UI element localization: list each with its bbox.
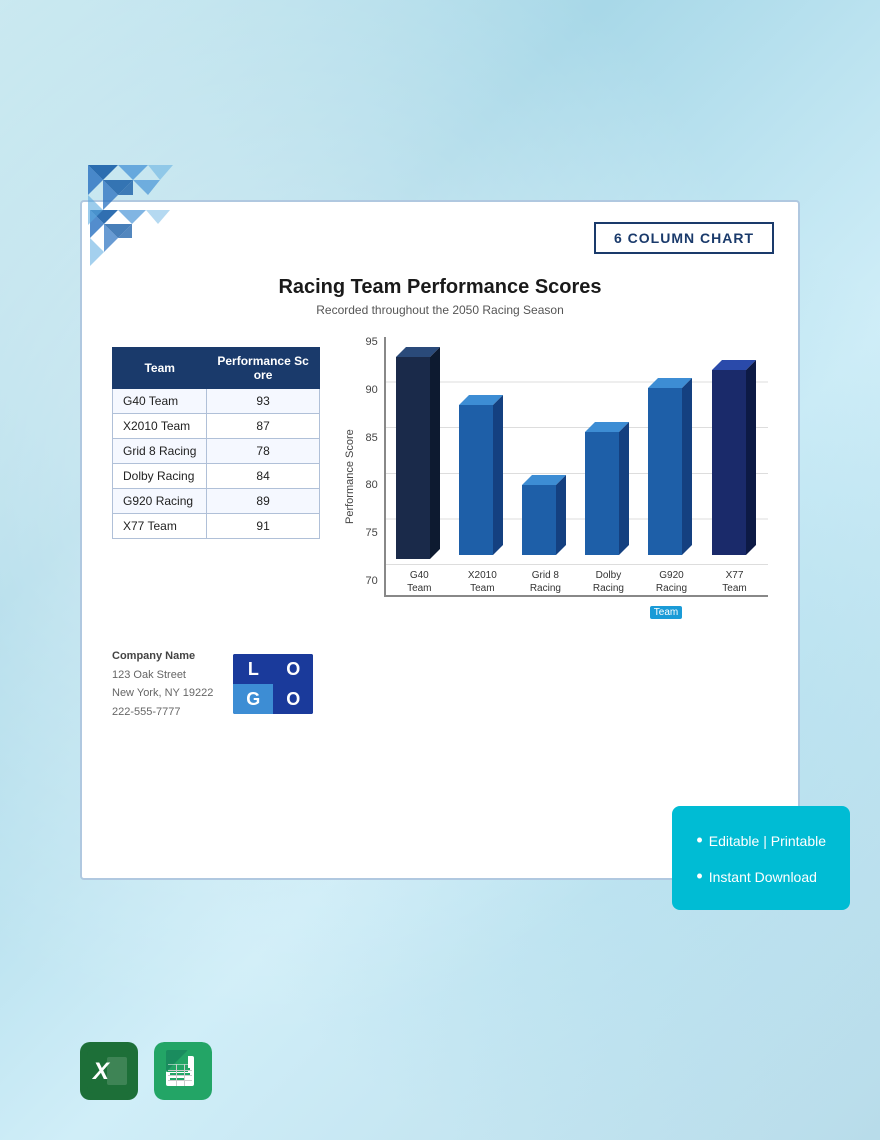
table-row: G920 Racing 89 bbox=[113, 489, 320, 514]
logo-cell-tl: L bbox=[233, 654, 273, 684]
bar-label: G40Team bbox=[407, 569, 431, 595]
y-tick: 70 bbox=[356, 576, 378, 587]
y-tick: 80 bbox=[356, 480, 378, 491]
bar-svg bbox=[712, 360, 758, 565]
badge-item1: •Editable | Printable bbox=[696, 822, 826, 858]
bar-label: G920Racing bbox=[656, 569, 687, 595]
address-line2: New York, NY 19222 bbox=[112, 684, 213, 703]
team-score: 84 bbox=[207, 464, 319, 489]
bar-group: G40Team bbox=[390, 347, 449, 595]
team-name: G920 Racing bbox=[113, 489, 207, 514]
team-score: 93 bbox=[207, 389, 319, 414]
content-area: Team Performance Score G40 Team 93X2010 … bbox=[112, 337, 768, 617]
bars-area: G40Team X2010Team Grid 8Racing DolbyRacing G… bbox=[384, 337, 768, 597]
bar-group: X2010Team bbox=[453, 347, 512, 595]
table-row: X77 Team 91 bbox=[113, 514, 320, 539]
teal-badge: •Editable | Printable •Instant Download bbox=[672, 806, 850, 910]
sheets-icon bbox=[154, 1042, 212, 1100]
y-tick: 90 bbox=[356, 385, 378, 396]
company-info: Company Name 123 Oak Street New York, NY… bbox=[112, 647, 213, 722]
y-tick: 75 bbox=[356, 528, 378, 539]
table-row: X2010 Team 87 bbox=[113, 414, 320, 439]
y-axis-ticks: 95 90 85 80 75 70 bbox=[356, 337, 384, 617]
chart-type-badge: 6 COLUMN CHART bbox=[594, 222, 774, 254]
team-name: X77 Team bbox=[113, 514, 207, 539]
bar-group: X77Team bbox=[705, 347, 764, 595]
team-name: Grid 8 Racing bbox=[113, 439, 207, 464]
bar-svg bbox=[396, 347, 442, 565]
team-name: G40 Team bbox=[113, 389, 207, 414]
table-row: Dolby Racing 84 bbox=[113, 464, 320, 489]
y-tick: 85 bbox=[356, 433, 378, 444]
performance-table: Team Performance Score G40 Team 93X2010 … bbox=[112, 347, 320, 539]
highlighted-label: Team bbox=[650, 602, 682, 620]
data-table-container: Team Performance Score G40 Team 93X2010 … bbox=[112, 337, 320, 539]
address-line1: 123 Oak Street bbox=[112, 666, 213, 685]
bar-svg bbox=[459, 395, 505, 565]
chart-title: Racing Team Performance Scores bbox=[112, 276, 768, 299]
company-name: Company Name bbox=[112, 647, 213, 666]
company-logo: L O G O bbox=[233, 654, 313, 714]
bar-label: Grid 8Racing bbox=[530, 569, 561, 595]
y-tick: 95 bbox=[356, 337, 378, 348]
bar-group: DolbyRacing bbox=[579, 347, 638, 595]
team-score: 78 bbox=[207, 439, 319, 464]
main-card: 6 COLUMN CHART Racing Team Performance S… bbox=[80, 200, 800, 880]
logo-cell-bl: G bbox=[233, 684, 273, 714]
team-score: 89 bbox=[207, 489, 319, 514]
chart-area: Performance Score 95 90 85 80 75 70 G40Team X2… bbox=[340, 337, 768, 617]
table-row: Grid 8 Racing 78 bbox=[113, 439, 320, 464]
phone: 222-555-7777 bbox=[112, 703, 213, 722]
logo-cell-br: O bbox=[273, 684, 313, 714]
bar-group: Grid 8Racing bbox=[516, 347, 575, 595]
bar-group: G920Racing bbox=[642, 347, 701, 595]
col-header-score: Performance Score bbox=[207, 348, 319, 389]
table-row: G40 Team 93 bbox=[113, 389, 320, 414]
badge-item2: •Instant Download bbox=[696, 858, 826, 894]
bottom-icons: X bbox=[80, 1042, 212, 1100]
team-name: Dolby Racing bbox=[113, 464, 207, 489]
team-score: 87 bbox=[207, 414, 319, 439]
bar-label: X2010Team bbox=[468, 569, 497, 595]
excel-icon: X bbox=[80, 1042, 138, 1100]
bar-svg bbox=[585, 422, 631, 565]
bar-label: X77Team bbox=[722, 569, 746, 595]
team-name: X2010 Team bbox=[113, 414, 207, 439]
footer-area: Company Name 123 Oak Street New York, NY… bbox=[112, 647, 768, 722]
bar-label: DolbyRacing bbox=[593, 569, 624, 595]
bar-svg bbox=[522, 475, 568, 565]
chart-subtitle: Recorded throughout the 2050 Racing Seas… bbox=[112, 303, 768, 317]
logo-cell-tr: O bbox=[273, 654, 313, 684]
col-header-team: Team bbox=[113, 348, 207, 389]
y-axis-label: Performance Score bbox=[340, 337, 356, 617]
team-score: 91 bbox=[207, 514, 319, 539]
bar-svg bbox=[648, 378, 694, 565]
